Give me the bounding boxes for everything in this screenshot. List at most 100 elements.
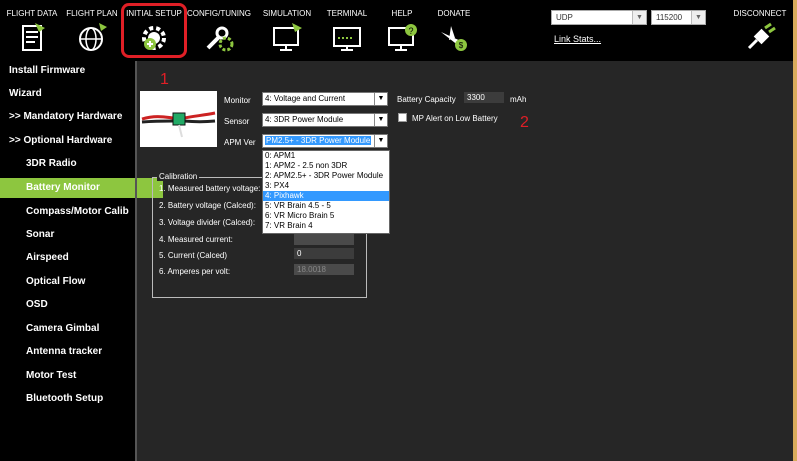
- sidebar-item-label: >> Optional Hardware: [9, 135, 113, 146]
- sidebar-item-wizard[interactable]: Wizard: [0, 84, 146, 104]
- sensor-select[interactable]: 4: 3DR Power Module ▼: [262, 113, 388, 127]
- apm-ver-label: APM Ver: [224, 138, 256, 147]
- sidebar-divider: [135, 61, 137, 461]
- sensor-label: Sensor: [224, 117, 250, 126]
- sidebar-item-label: Airspeed: [26, 252, 69, 263]
- sidebar-item-sonar[interactable]: Sonar: [0, 225, 163, 245]
- power-module-picture: [141, 111, 216, 138]
- wrench-gear-icon: [206, 26, 234, 52]
- amperes-per-volt-input[interactable]: 18.0018: [294, 264, 354, 275]
- donate-button[interactable]: DONATE $: [428, 0, 480, 61]
- plug-icon: [747, 22, 776, 50]
- chevron-down-icon: ▼: [632, 11, 646, 24]
- dropdown-option[interactable]: 6: VR Micro Brain 5: [263, 211, 389, 221]
- sidebar-item-optical-flow[interactable]: Optical Flow: [0, 272, 163, 292]
- sidebar-item-label: Bluetooth Setup: [26, 393, 104, 404]
- monitor-select[interactable]: 4: Voltage and Current ▼: [262, 92, 388, 106]
- monitor-label: Monitor: [224, 96, 251, 105]
- dropdown-option-highlighted[interactable]: 4: Pixhawk: [263, 191, 389, 201]
- simulation-button[interactable]: SIMULATION: [252, 0, 322, 61]
- annotation-two: 2: [520, 114, 529, 131]
- sidebar-item-optional-hardware[interactable]: >> Optional Hardware: [0, 131, 146, 151]
- baud-value: 115200: [656, 13, 683, 22]
- apm-ver-value: PM2.5+ - 3DR Power Module: [265, 136, 372, 145]
- current-calced-value: 0: [294, 248, 354, 259]
- sidebar-item-antenna-tracker[interactable]: Antenna tracker: [0, 342, 163, 362]
- calib-label-voltage-divider: 3. Voltage divider (Calced):: [159, 218, 256, 227]
- sidebar-item-motor-test[interactable]: Motor Test: [0, 366, 163, 386]
- sidebar-item-label: Install Firmware: [9, 65, 86, 76]
- terminal-icon: [333, 27, 361, 51]
- dropdown-option[interactable]: 2: APM2.5+ - 3DR Power Module: [263, 171, 389, 181]
- dropdown-option[interactable]: 1: APM2 - 2.5 non 3DR: [263, 161, 389, 171]
- sidebar-item-label: Motor Test: [26, 370, 77, 381]
- sidebar-item-label: >> Mandatory Hardware: [9, 111, 123, 122]
- sidebar-item-battery-monitor[interactable]: Battery Monitor: [0, 178, 163, 198]
- calib-label-measured-current: 4. Measured current:: [159, 235, 233, 244]
- battery-capacity-input[interactable]: 3300: [464, 92, 504, 103]
- measured-current-input[interactable]: [294, 234, 354, 245]
- chevron-down-icon: ▼: [374, 93, 387, 105]
- power-module-image: [140, 91, 217, 147]
- sidebar-item-bluetooth-setup[interactable]: Bluetooth Setup: [0, 389, 163, 409]
- help-button[interactable]: HELP ?: [376, 0, 428, 61]
- chevron-down-icon: ▼: [374, 114, 387, 126]
- terminal-label: TERMINAL: [326, 9, 368, 18]
- dropdown-option[interactable]: 5: VR Brain 4.5 - 5: [263, 201, 389, 211]
- sidebar-item-mandatory-hardware[interactable]: >> Mandatory Hardware: [0, 107, 146, 127]
- low-battery-alert-label: MP Alert on Low Battery: [412, 114, 498, 123]
- calib-label-measured-voltage: 1. Measured battery voltage:: [159, 184, 261, 193]
- config-tuning-button[interactable]: CONFIG/TUNING: [186, 0, 252, 61]
- svg-text:$: $: [459, 41, 464, 50]
- calibration-title: Calibration: [157, 172, 200, 181]
- sidebar-item-airspeed[interactable]: Airspeed: [0, 248, 163, 268]
- donate-label: DONATE: [437, 9, 471, 18]
- simulation-monitor-icon: [273, 23, 302, 51]
- flight-plan-button[interactable]: FLIGHT PLAN: [62, 0, 122, 61]
- flight-plan-label: FLIGHT PLAN: [66, 9, 118, 18]
- terminal-button[interactable]: TERMINAL: [322, 0, 372, 61]
- dropdown-option[interactable]: 3: PX4: [263, 181, 389, 191]
- disconnect-button[interactable]: DISCONNECT: [730, 0, 790, 61]
- dropdown-option[interactable]: 0: APM1: [263, 151, 389, 161]
- low-battery-alert-checkbox[interactable]: [398, 113, 407, 122]
- sidebar-item-label: Wizard: [9, 88, 42, 99]
- disconnect-label: DISCONNECT: [733, 9, 787, 18]
- setup-sidebar: Install Firmware Wizard >> Mandatory Har…: [0, 61, 163, 461]
- battery-capacity-label: Battery Capacity: [397, 95, 456, 104]
- port-value: UDP: [556, 13, 573, 22]
- simulation-label: SIMULATION: [262, 9, 312, 18]
- link-stats-link[interactable]: Link Stats...: [554, 34, 601, 44]
- calib-label-current-calced: 5. Current (Calced): [159, 251, 228, 260]
- sidebar-item-label: Compass/Motor Calib: [26, 206, 129, 217]
- sidebar-item-install-firmware[interactable]: Install Firmware: [0, 61, 146, 81]
- sidebar-item-camera-gimbal[interactable]: Camera Gimbal: [0, 319, 163, 339]
- apm-ver-select[interactable]: PM2.5+ - 3DR Power Module ▼: [262, 134, 388, 148]
- sidebar-item-label: Sonar: [26, 229, 55, 240]
- annotation-one: 1: [160, 71, 169, 88]
- main-toolbar: FLIGHT DATA FLIGHT PLAN INITIAL SETUP CO…: [0, 0, 793, 61]
- donate-plane-icon: $: [441, 26, 467, 51]
- sidebar-item-compass-motor-calib[interactable]: Compass/Motor Calib: [0, 202, 163, 222]
- calib-label-amperes-per-volt: 6. Amperes per volt:: [159, 267, 231, 276]
- selected-tab-highlight: [121, 3, 187, 58]
- sidebar-item-label: Antenna tracker: [26, 346, 103, 357]
- help-monitor-icon: ?: [388, 24, 417, 51]
- sidebar-item-3dr-radio[interactable]: 3DR Radio: [0, 154, 163, 174]
- sidebar-item-label: OSD: [26, 299, 48, 310]
- apm-ver-dropdown-list: 0: APM1 1: APM2 - 2.5 non 3DR 2: APM2.5+…: [262, 150, 390, 234]
- flight-data-button[interactable]: FLIGHT DATA: [2, 0, 62, 61]
- sidebar-item-label: Camera Gimbal: [26, 323, 100, 334]
- sidebar-item-label: 3DR Radio: [26, 158, 77, 169]
- mission-planner-window: FLIGHT DATA FLIGHT PLAN INITIAL SETUP CO…: [0, 0, 793, 461]
- baud-select[interactable]: 115200 ▼: [651, 10, 706, 25]
- dropdown-option[interactable]: 7: VR Brain 4: [263, 221, 389, 231]
- flight-data-label: FLIGHT DATA: [6, 9, 58, 18]
- sidebar-item-osd[interactable]: OSD: [0, 295, 163, 315]
- config-tuning-label: CONFIG/TUNING: [187, 9, 251, 18]
- battery-capacity-unit: mAh: [510, 95, 527, 104]
- sidebar-item-label: Battery Monitor: [26, 182, 100, 193]
- help-label: HELP: [391, 9, 413, 18]
- chevron-down-icon: ▼: [691, 11, 705, 24]
- port-select[interactable]: UDP ▼: [551, 10, 647, 25]
